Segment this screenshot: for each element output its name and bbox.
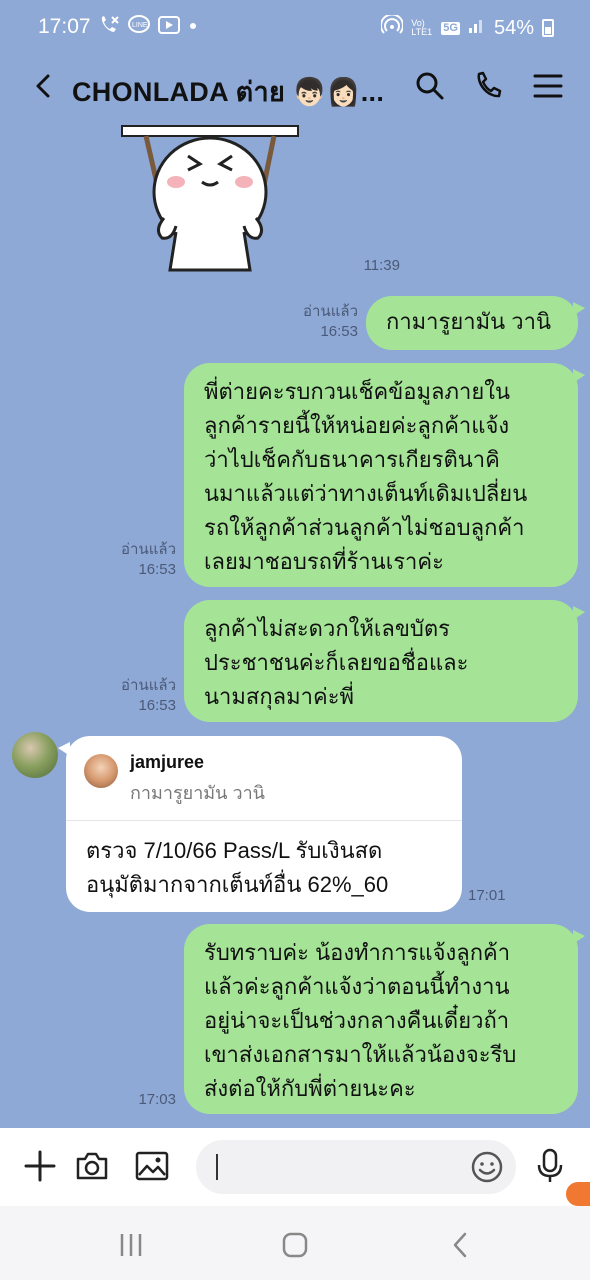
message-line: เลยมาชอบรถที่ร้านเราค่ะ [204,549,444,574]
chat-title[interactable]: CHONLADA ต่าย 👦🏻👩🏻... [72,70,384,113]
incoming-reply-bubble[interactable]: jamjuree กามารูยามัน วานิ ตรวจ 7/10/66 P… [58,736,462,912]
search-icon[interactable] [412,68,448,104]
message-line: เขาส่งเอกสารมาให้แล้วน้องจะรีบ [204,1042,517,1067]
dot-icon [188,15,198,41]
message-time: 17:01 [468,887,506,904]
input-caret [216,1154,218,1180]
reply-divider [66,820,462,821]
message-time: 17:03 [138,1091,176,1108]
back-icon[interactable] [26,68,62,104]
message-line: แล้วค่ะลูกค้าแจ้งว่าตอนนี้ทำงาน [204,974,510,999]
menu-icon[interactable] [530,68,566,104]
system-nav-bar [0,1206,590,1280]
message-line: รถให้ลูกค้าส่วนลูกค้าไม่ชอบลูกค้า [204,515,525,540]
chat-area[interactable]: 11:39 อ่านแล้ว 16:53 กามารูยามัน วานิ อ่… [0,118,590,1128]
message-line: อนุมัติมากจากเต็นท์อื่น 62%_60 [86,872,389,897]
message-line: ประชาชนค่ะก็เลยขอชื่อและ [204,650,469,675]
sticker-cony-icon[interactable] [118,122,302,272]
outgoing-message-bubble[interactable]: พี่ต่ายคะรบกวนเช็คข้อมูลภายใน ลูกค้ารายน… [184,363,585,587]
media-icon [158,15,180,41]
sticker-time: 11:39 [363,257,400,274]
reply-avatar [84,754,118,788]
message-time: 16:53 [138,561,176,578]
mic-icon[interactable] [532,1148,568,1184]
volte-text: Vo) LTE1 [411,18,433,37]
message-line: ลูกค้ารายนี้ให้หน่อยค่ะลูกค้าแจ้ง [204,413,510,438]
message-line: ลูกค้าไม่สะดวกให้เลขบัตร [204,616,450,641]
line-icon: LINE [128,15,150,41]
back-nav-icon[interactable] [446,1230,476,1260]
hotspot-icon [380,13,405,41]
message-time: 16:53 [138,697,176,714]
reply-sender-name: jamjuree [130,752,205,772]
message-line: ตรวจ 7/10/66 Pass/L รับเงินสด [86,838,383,863]
call-icon[interactable] [470,68,506,104]
emoji-icon[interactable] [470,1150,504,1184]
outgoing-message-bubble[interactable]: กามารูยามัน วานิ [366,296,585,350]
outgoing-message-bubble[interactable]: รับทราบค่ะ น้องทำการแจ้งลูกค้า แล้วค่ะลู… [184,924,585,1114]
battery-percent: 54% [493,16,534,39]
message-line: รับทราบค่ะ น้องทำการแจ้งลูกค้า [204,940,511,965]
read-receipt: อ่านแล้ว [303,303,358,320]
message-line: พี่ต่ายคะรบกวนเช็คข้อมูลภายใน [204,379,510,404]
status-bar: 17:07 LINE Vo) LTE1 5G 54% [0,0,590,56]
read-receipt: อ่านแล้ว [121,677,176,694]
camera-icon[interactable] [74,1148,110,1184]
battery-icon [542,19,554,37]
recent-apps-icon[interactable] [116,1230,146,1260]
missed-call-icon [98,15,120,41]
chat-header: CHONLADA ต่าย 👦🏻👩🏻... [0,56,590,118]
message-line: อยู่น่าจะเป็นช่วงกลางคืนเดี๋ยวถ้า [204,1008,510,1033]
image-icon[interactable] [134,1148,170,1184]
5g-icon: 5G [441,21,460,35]
message-input-bar [0,1128,590,1206]
message-line: นมาแล้วแต่ว่าทางเต็นท์เดิมเปลี่ยน [204,481,528,506]
floating-badge-icon[interactable] [566,1182,590,1206]
outgoing-message-bubble[interactable]: ลูกค้าไม่สะดวกให้เลขบัตร ประชาชนค่ะก็เลย… [184,600,585,722]
plus-icon[interactable] [22,1148,58,1184]
network-text: 5G [443,21,458,34]
signal-icon [468,16,486,40]
message-time: 16:53 [320,323,358,340]
status-time: 17:07 [38,15,91,38]
volte-icon: Vo) LTE1 [411,19,433,37]
message-line: ว่าไปเช็คกับธนาคารเกียรตินาคิ [204,447,500,472]
contact-avatar[interactable] [12,732,58,778]
home-icon[interactable] [280,1230,310,1260]
message-line: นามสกุลมาค่ะพี่ [204,684,355,709]
svg-text:LINE: LINE [132,22,148,29]
read-receipt: อ่านแล้ว [121,541,176,558]
message-line: ส่งต่อให้กับพี่ต่ายนะคะ [204,1076,416,1101]
message-input[interactable] [196,1140,516,1194]
message-text: กามารูยามัน วานิ [386,309,551,334]
reply-quoted-text: กามารูยามัน วานิ [130,783,265,803]
